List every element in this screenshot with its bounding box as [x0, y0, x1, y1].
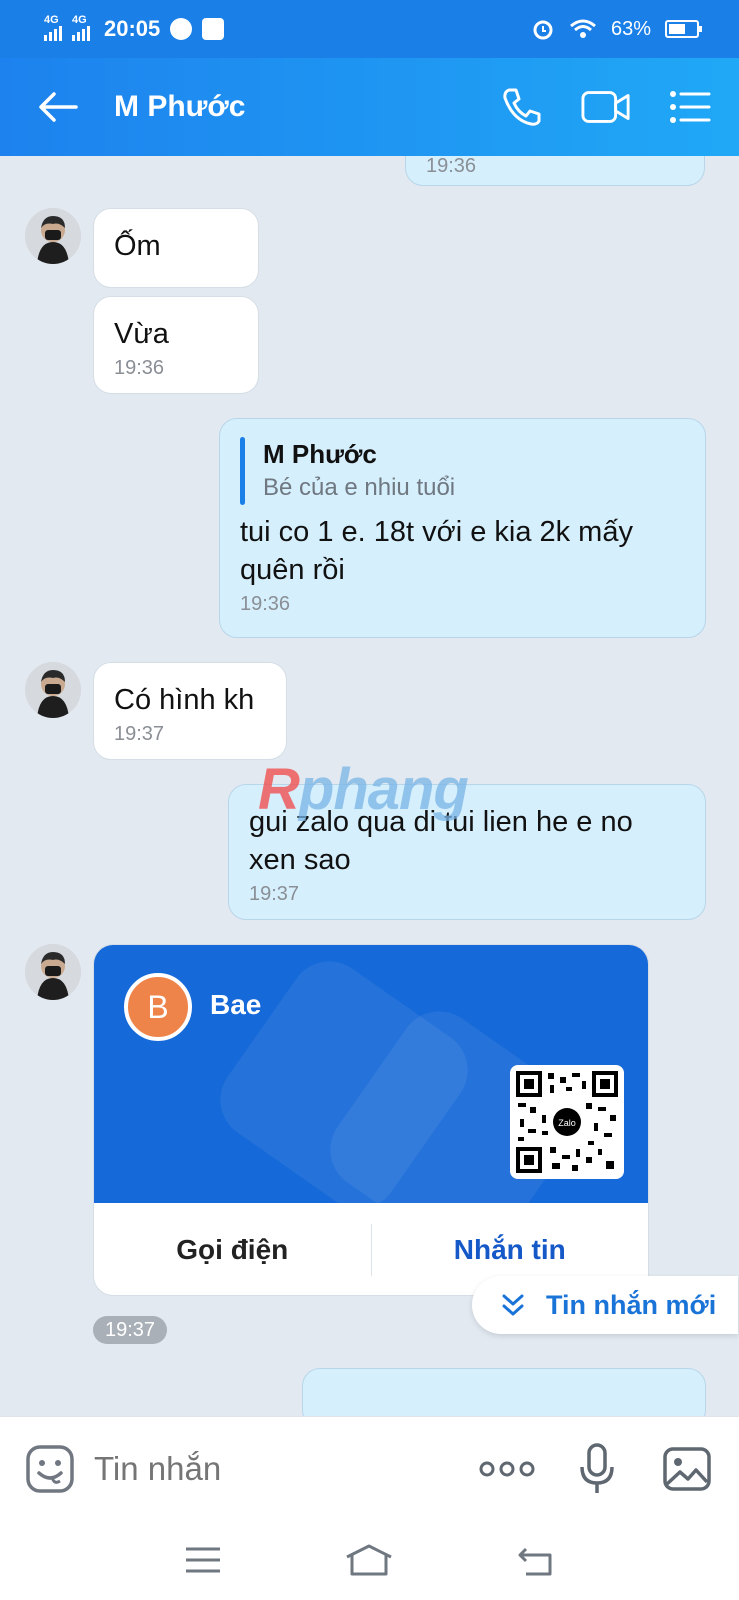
contact-name[interactable]: M Phước: [114, 90, 245, 124]
quote-bar: [240, 437, 245, 505]
phone-icon: [503, 88, 541, 126]
emoji-icon: [26, 1444, 74, 1493]
back-arrow-icon: [39, 92, 78, 122]
contact-card-avatar: B: [124, 973, 192, 1041]
message-bubble-outgoing[interactable]: 19:36: [405, 156, 705, 186]
qr-code[interactable]: Zalo: [510, 1065, 624, 1179]
message-bubble-outgoing[interactable]: M Phước Bé của e nhiu tuổi tui co 1 e. 1…: [219, 418, 706, 638]
message-text: Ốm: [114, 230, 161, 262]
card-call-button[interactable]: Gọi điện: [94, 1234, 371, 1266]
avatar[interactable]: [25, 208, 81, 264]
menu-list-icon: [670, 91, 711, 123]
network-type: 4G: [44, 13, 59, 26]
wifi-icon: [570, 19, 596, 38]
message-text: Vừa: [114, 318, 169, 350]
message-time: 19:37: [114, 723, 165, 745]
home-button[interactable]: [339, 1540, 399, 1580]
new-message-label: Tin nhắn mới: [546, 1289, 717, 1320]
network-type: 4G: [72, 13, 87, 26]
contact-card-name: Bae: [210, 989, 262, 1020]
message-bubble-incoming[interactable]: Vừa 19:36: [93, 296, 259, 394]
message-text: tui co 1 e. 18t với e kia 2k mấy quên rồ…: [240, 516, 633, 586]
clock: 20:05: [104, 16, 161, 41]
message-text: Có hình kh: [114, 684, 255, 716]
qr-code-icon: Zalo: [516, 1071, 618, 1173]
signal-icon: 4G: [44, 14, 62, 41]
message-time: 19:36: [114, 357, 165, 379]
avatar[interactable]: [25, 662, 81, 718]
gallery-icon: [202, 18, 225, 40]
message-composer: [0, 1416, 739, 1520]
video-call-button[interactable]: [581, 82, 631, 132]
contact-card[interactable]: B Bae Zalo Gọi điện Nhắn tin: [93, 944, 649, 1296]
back-nav-button[interactable]: [506, 1540, 566, 1580]
message-bubble-outgoing[interactable]: [302, 1368, 706, 1416]
new-message-button[interactable]: Tin nhắn mới: [472, 1276, 738, 1334]
double-chevron-down-icon: [502, 1294, 524, 1316]
voice-call-button[interactable]: [497, 82, 547, 132]
image-button[interactable]: [659, 1441, 715, 1497]
avatar[interactable]: [25, 944, 81, 1000]
back-button[interactable]: [28, 77, 88, 137]
quote-author: M Phước: [263, 439, 377, 469]
menu-button[interactable]: [665, 82, 715, 132]
status-bar: 4G 4G 20:05 63%: [0, 0, 739, 58]
emoji-button[interactable]: [24, 1443, 76, 1495]
video-call-icon: [581, 91, 630, 123]
avatar-image: [25, 208, 81, 264]
chat-header: M Phước: [0, 58, 739, 156]
message-time: 19:36: [426, 156, 477, 177]
message-time: 19:36: [240, 593, 291, 615]
avatar-image: [25, 944, 81, 1000]
system-nav-bar: [0, 1520, 739, 1600]
image-icon: [663, 1446, 711, 1491]
back-icon: [518, 1547, 552, 1576]
more-button[interactable]: [479, 1441, 535, 1497]
more-icon: [479, 1461, 535, 1476]
alarm-icon: [533, 20, 553, 40]
message-bubble-incoming[interactable]: Ốm: [93, 208, 259, 288]
message-input[interactable]: [94, 1449, 394, 1488]
quote-text: Bé của e nhiu tuổi: [263, 474, 456, 501]
signal-icon: 4G: [72, 14, 90, 41]
message-bubble-incoming[interactable]: Có hình kh 19:37: [93, 662, 287, 760]
voice-message-button[interactable]: [569, 1441, 625, 1497]
chat-area[interactable]: 19:36 Ốm Vừa 19:36 M Phước Bé của e nhiu…: [0, 156, 739, 1416]
home-icon: [346, 1544, 393, 1576]
microphone-icon: [580, 1442, 614, 1493]
card-message-button[interactable]: Nhắn tin: [372, 1234, 649, 1266]
reply-quote[interactable]: M Phước Bé của e nhiu tuổi: [240, 437, 685, 505]
speed-icon: [170, 18, 193, 40]
battery-icon: [665, 20, 702, 38]
battery-percent: 63%: [610, 17, 651, 40]
avatar-image: [25, 662, 81, 718]
contact-card-header[interactable]: B Bae Zalo: [94, 945, 648, 1203]
message-time: 19:37: [249, 883, 300, 905]
watermark-logo: Rphang: [258, 757, 469, 822]
qr-logo-text: Zalo: [558, 1118, 576, 1128]
message-time-pill: 19:37: [93, 1316, 168, 1344]
recent-apps-icon: [186, 1547, 221, 1573]
recent-apps-button[interactable]: [173, 1540, 233, 1580]
